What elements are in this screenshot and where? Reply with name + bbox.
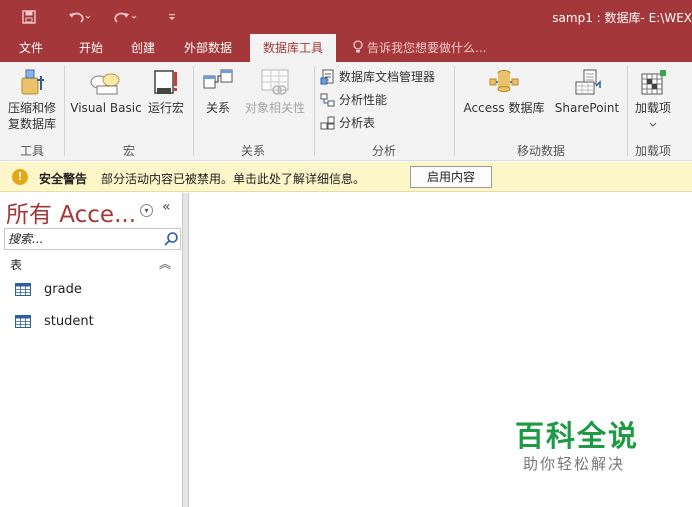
warning-icon: ! — [12, 169, 28, 185]
run-macro-icon — [154, 70, 177, 94]
group-separator — [454, 66, 455, 156]
group-label-addins: 加载项 — [634, 144, 671, 158]
compact-repair-label-2: 复数据库 — [7, 117, 56, 131]
nav-item-grade[interactable]: grade — [4, 276, 178, 302]
sharepoint-label: SharePoint — [554, 101, 620, 115]
customize-qat-icon[interactable] — [166, 8, 178, 26]
addins-icon — [641, 70, 666, 95]
group-label-tools: 工具 — [19, 144, 44, 158]
nav-group-tables[interactable]: 表 — [10, 256, 22, 273]
tab-home[interactable]: 开始 — [68, 34, 114, 62]
watermark: 百科全说 助你轻松解决 — [494, 399, 667, 479]
window-title: samp1 : 数据库- E:\WEX — [552, 11, 692, 25]
run-macro-label: 运行宏 — [147, 101, 184, 115]
group-label-analyze: 分析 — [371, 144, 396, 158]
analyze-performance-icon — [320, 93, 335, 106]
collapse-group-icon[interactable]: ︽ — [159, 255, 171, 272]
save-icon[interactable] — [20, 8, 38, 26]
watermark-title: 百科全说 — [515, 419, 640, 453]
tab-file[interactable]: 文件 — [8, 34, 54, 62]
access-database-button[interactable]: Access 数据库 — [458, 68, 550, 116]
sharepoint-icon — [575, 69, 601, 95]
analyze-table-label: 分析表 — [339, 116, 376, 130]
tab-external-data[interactable]: 外部数据 — [176, 34, 240, 62]
object-dependencies-label: 对象相关性 — [244, 101, 305, 115]
undo-icon[interactable] — [66, 8, 92, 26]
watermark-subtitle: 助你轻松解决 — [523, 455, 626, 473]
object-dependencies-icon — [261, 69, 289, 95]
run-macro-button[interactable]: 运行宏 — [144, 68, 188, 116]
enable-content-button[interactable]: 启用内容 — [410, 166, 492, 188]
relationships-icon — [203, 69, 233, 89]
visual-basic-icon — [90, 73, 120, 95]
access-database-label: Access 数据库 — [463, 101, 545, 115]
group-separator — [64, 66, 65, 156]
addins-label: 加载项 — [634, 101, 671, 115]
tell-me-box[interactable]: 告诉我您想要做什么... — [352, 34, 486, 62]
analyze-performance-label: 分析性能 — [339, 93, 388, 107]
compact-repair-button[interactable]: 压缩和修 复数据库 — [2, 66, 62, 132]
table-icon — [15, 314, 31, 328]
addins-button[interactable]: 加载项 — [630, 68, 676, 132]
tell-me-text: 告诉我您想要做什么... — [367, 41, 487, 55]
security-warning-message[interactable]: 部分活动内容已被禁用。单击此处了解详细信息。 — [101, 170, 365, 187]
collapse-pane-icon[interactable]: « — [162, 199, 171, 215]
compact-repair-label-1: 压缩和修 — [7, 101, 56, 115]
analyze-table-icon — [320, 116, 335, 129]
search-icon[interactable] — [163, 231, 179, 247]
tab-create[interactable]: 创建 — [120, 34, 166, 62]
object-dependencies-button[interactable]: 对象相关性 — [240, 68, 310, 116]
redo-icon[interactable] — [112, 8, 138, 26]
lightbulb-icon — [353, 40, 363, 53]
analyze-performance-button[interactable]: 分析性能 — [320, 91, 387, 108]
analyze-table-button[interactable]: 分析表 — [320, 114, 375, 131]
relationships-label: 关系 — [205, 101, 230, 115]
documenter-label: 数据库文档管理器 — [339, 70, 436, 84]
nav-search-input[interactable] — [5, 229, 155, 249]
access-database-icon — [489, 70, 519, 92]
nav-pane-dropdown-icon[interactable]: ▾ — [140, 204, 153, 217]
nav-item-label: student — [44, 313, 94, 329]
sharepoint-button[interactable]: SharePoint — [551, 68, 623, 116]
group-label-macro: 宏 — [122, 144, 135, 158]
nav-pane-splitter[interactable] — [183, 193, 189, 507]
documenter-button[interactable]: 数据库文档管理器 — [320, 68, 435, 85]
title-bar: samp1 : 数据库- E:\WEX — [0, 0, 692, 34]
nav-pane-title[interactable]: 所有 Acce... — [6, 195, 136, 229]
ribbon-tab-bar: 文件 开始 创建 外部数据 数据库工具 告诉我您想要做什么... — [0, 34, 692, 62]
table-icon — [15, 282, 31, 296]
relationships-button[interactable]: 关系 — [198, 68, 238, 116]
nav-item-label: grade — [44, 281, 82, 297]
navigation-pane: 所有 Acce... ▾ « 表 ︽ grade student — [0, 193, 183, 507]
nav-item-student[interactable]: student — [4, 308, 178, 334]
group-label-relationships: 关系 — [240, 144, 265, 158]
security-warning-bar: ! 安全警告 部分活动内容已被禁用。单击此处了解详细信息。 启用内容 — [0, 162, 692, 192]
compact-repair-icon — [21, 69, 44, 95]
security-warning-title: 安全警告 — [39, 172, 88, 186]
visual-basic-label: Visual Basic — [70, 101, 142, 115]
chevron-down-icon — [649, 122, 657, 127]
visual-basic-button[interactable]: Visual Basic — [68, 68, 144, 116]
group-label-move-data: 移动数据 — [516, 144, 565, 158]
nav-search-box — [4, 228, 181, 250]
ribbon: 压缩和修 复数据库 工具 Visual Basic 运行宏 宏 关系 对象相关性… — [0, 62, 692, 161]
documenter-icon — [320, 69, 334, 84]
tab-database-tools[interactable]: 数据库工具 — [250, 34, 336, 62]
